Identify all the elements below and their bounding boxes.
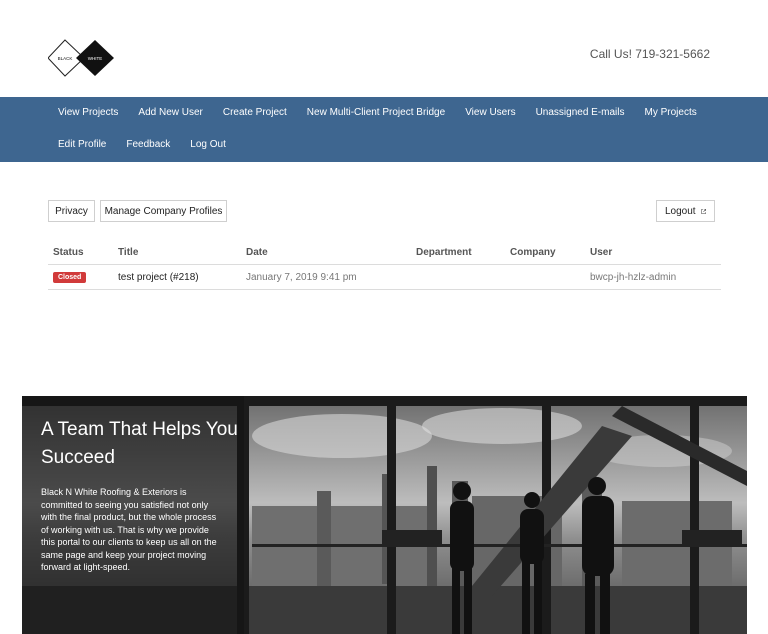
- nav-edit-profile[interactable]: Edit Profile: [48, 139, 116, 151]
- nav-unassigned-emails[interactable]: Unassigned E-mails: [526, 107, 635, 119]
- nav-add-new-user[interactable]: Add New User: [128, 107, 212, 119]
- project-title[interactable]: test project (#218): [118, 272, 199, 283]
- nav-view-users[interactable]: View Users: [455, 107, 525, 119]
- header-department[interactable]: Department: [416, 247, 472, 258]
- privacy-button[interactable]: Privacy: [48, 200, 95, 222]
- nav-my-projects[interactable]: My Projects: [635, 107, 707, 119]
- external-link-icon: [700, 208, 706, 214]
- nav-view-projects[interactable]: View Projects: [48, 107, 128, 119]
- nav-create-project[interactable]: Create Project: [213, 107, 297, 119]
- logo-text-right: WHITE: [88, 56, 103, 61]
- nav-log-out[interactable]: Log Out: [180, 139, 236, 151]
- hero-text-panel: A Team That Helps You Succeed Black N Wh…: [22, 396, 244, 634]
- project-user: bwcp-jh-hzlz-admin: [590, 272, 677, 283]
- nav-row-2: Edit Profile Feedback Log Out: [48, 139, 236, 151]
- nav-row-1: View Projects Add New User Create Projec…: [48, 107, 707, 119]
- logo-text-left: BLACK: [58, 56, 73, 61]
- main-nav: View Projects Add New User Create Projec…: [0, 97, 768, 162]
- header-status[interactable]: Status: [53, 247, 84, 258]
- logout-button[interactable]: Logout: [656, 200, 715, 222]
- projects-table: Status Title Date Department Company Use…: [48, 240, 721, 290]
- header-user[interactable]: User: [590, 247, 612, 258]
- hero-title: A Team That Helps You Succeed: [41, 419, 238, 468]
- header-company[interactable]: Company: [510, 247, 556, 258]
- hero-description: Black N White Roofing & Exteriors is com…: [41, 487, 217, 572]
- logout-label: Logout: [665, 205, 696, 217]
- nav-feedback[interactable]: Feedback: [116, 139, 180, 151]
- header-date[interactable]: Date: [246, 247, 268, 258]
- site-header: BLACK WHITE Call Us! 719-321-5662: [0, 0, 768, 97]
- hero-banner: A Team That Helps You Succeed Black N Wh…: [22, 396, 747, 634]
- project-date: January 7, 2019 9:41 pm: [246, 272, 357, 283]
- table-row[interactable]: Closed test project (#218) January 7, 20…: [48, 265, 721, 290]
- company-logo[interactable]: BLACK WHITE: [48, 39, 114, 77]
- nav-multi-client-bridge[interactable]: New Multi-Client Project Bridge: [297, 107, 455, 119]
- table-header: Status Title Date Department Company Use…: [48, 240, 721, 265]
- manage-company-profiles-button[interactable]: Manage Company Profiles: [100, 200, 227, 222]
- header-title[interactable]: Title: [118, 247, 138, 258]
- status-badge: Closed: [53, 272, 87, 283]
- call-us-text: Call Us! 719-321-5662: [589, 47, 710, 61]
